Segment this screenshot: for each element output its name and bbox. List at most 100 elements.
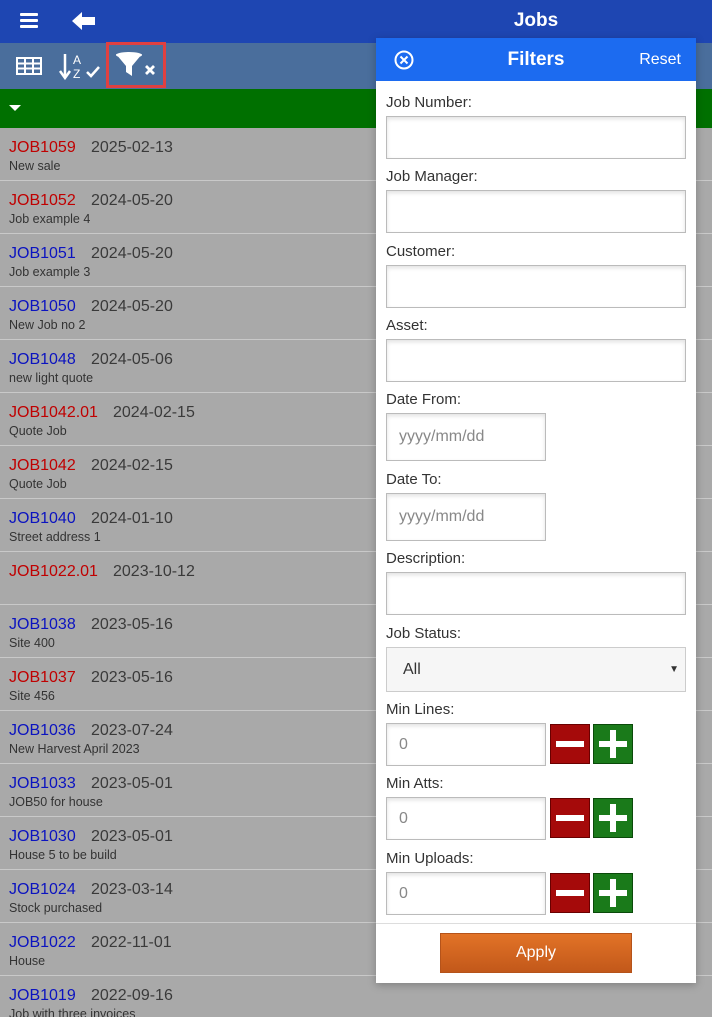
description-label: Description:: [386, 550, 466, 567]
arrow-left-icon[interactable]: [72, 11, 96, 31]
job-description: New Harvest April 2023: [9, 742, 140, 756]
job-date: 2024-05-20: [91, 192, 173, 209]
job-number: JOB1042.01: [9, 404, 98, 421]
job-description: Job example 4: [9, 212, 91, 226]
filters-panel: Filters Reset Job Number: Job Manager: C…: [376, 38, 696, 983]
job-description: new light quote: [9, 371, 94, 385]
job-description: Job with three invoices: [9, 1007, 136, 1017]
job-description: New sale: [9, 159, 61, 173]
job-date: 2024-02-15: [113, 404, 195, 421]
date-to-input[interactable]: [386, 493, 546, 541]
job-number: JOB1036: [9, 722, 76, 739]
job-date: 2023-05-16: [91, 616, 173, 633]
job-description: Stock purchased: [9, 901, 103, 915]
job-date: 2023-05-01: [91, 828, 173, 845]
customer-input[interactable]: [386, 265, 686, 308]
filter-clear-button[interactable]: [106, 42, 166, 88]
job-date: 2022-11-01: [91, 934, 172, 951]
chevron-down-icon: ▼: [669, 664, 679, 675]
min-atts-decrement-button[interactable]: [550, 798, 590, 838]
sort-az-icon: A Z: [58, 53, 100, 81]
hamburger-icon[interactable]: [20, 13, 38, 29]
job-number: JOB1038: [9, 616, 76, 633]
job-description: House: [9, 954, 46, 968]
min-lines-decrement-button[interactable]: [550, 724, 590, 764]
job-description: Site 456: [9, 689, 55, 703]
job-number: JOB1022.01: [9, 563, 98, 580]
job-number: JOB1051: [9, 245, 76, 262]
job-date: 2023-03-14: [91, 881, 173, 898]
job-number: JOB1030: [9, 828, 76, 845]
date-to-label: Date To:: [386, 471, 442, 488]
job-number: JOB1059: [9, 139, 76, 156]
page-title: Jobs: [513, 10, 559, 31]
minus-icon: [556, 741, 584, 747]
svg-text:A: A: [73, 53, 81, 67]
minus-icon: [556, 890, 584, 896]
job-date: 2023-10-12: [113, 563, 195, 580]
job-description: Job example 3: [9, 265, 91, 279]
job-status-select[interactable]: All ▼: [386, 647, 686, 692]
caret-down-icon[interactable]: [9, 105, 21, 111]
minus-icon: [556, 815, 584, 821]
job-manager-input[interactable]: [386, 190, 686, 233]
job-date: 2024-01-10: [91, 510, 173, 527]
job-status-label: Job Status:: [386, 625, 462, 642]
sort-button[interactable]: A Z: [58, 49, 102, 83]
job-number: JOB1019: [9, 987, 76, 1004]
job-date: 2024-05-20: [91, 245, 173, 262]
job-status-value: All: [403, 661, 421, 678]
job-date: 2024-05-20: [91, 298, 173, 315]
plus-icon: [599, 879, 627, 907]
job-date: 2022-09-16: [91, 987, 173, 1004]
min-atts-increment-button[interactable]: [593, 798, 633, 838]
date-from-input[interactable]: [386, 413, 546, 461]
job-date: 2024-05-06: [91, 351, 173, 368]
job-date: 2024-02-15: [91, 457, 173, 474]
min-uploads-label: Min Uploads:: [386, 850, 474, 867]
min-uploads-input[interactable]: [386, 872, 546, 915]
asset-input[interactable]: [386, 339, 686, 382]
job-number: JOB1037: [9, 669, 76, 686]
top-header: Jobs: [0, 0, 712, 43]
min-atts-input[interactable]: [386, 797, 546, 840]
job-number: JOB1040: [9, 510, 76, 527]
reset-button[interactable]: Reset: [639, 51, 681, 69]
min-lines-label: Min Lines:: [386, 701, 455, 718]
job-description: Quote Job: [9, 424, 67, 438]
job-number: JOB1050: [9, 298, 76, 315]
job-number: JOB1042: [9, 457, 76, 474]
job-number-input[interactable]: [386, 116, 686, 159]
filters-header: Filters Reset: [376, 38, 696, 81]
job-description: Site 400: [9, 636, 55, 650]
job-number: JOB1033: [9, 775, 76, 792]
plus-icon: [599, 730, 627, 758]
job-date: 2023-05-01: [91, 775, 173, 792]
job-date: 2023-05-16: [91, 669, 173, 686]
job-number: JOB1022: [9, 934, 76, 951]
job-number-label: Job Number:: [386, 94, 472, 111]
plus-icon: [599, 804, 627, 832]
job-date: 2023-07-24: [91, 722, 173, 739]
job-description: Street address 1: [9, 530, 101, 544]
job-number: JOB1048: [9, 351, 76, 368]
table-icon: [16, 57, 42, 75]
job-description: New Job no 2: [9, 318, 86, 332]
table-view-button[interactable]: [14, 49, 44, 83]
description-input[interactable]: [386, 572, 686, 615]
filter-clear-icon: [116, 52, 155, 76]
apply-button[interactable]: Apply: [440, 933, 632, 973]
min-uploads-increment-button[interactable]: [593, 873, 633, 913]
asset-label: Asset:: [386, 317, 428, 334]
job-description: House 5 to be build: [9, 848, 117, 862]
job-manager-label: Job Manager:: [386, 168, 478, 185]
min-uploads-decrement-button[interactable]: [550, 873, 590, 913]
customer-label: Customer:: [386, 243, 456, 260]
date-from-label: Date From:: [386, 391, 462, 408]
job-number: JOB1024: [9, 881, 76, 898]
job-date: 2025-02-13: [91, 139, 173, 156]
min-atts-label: Min Atts:: [386, 775, 444, 792]
min-lines-increment-button[interactable]: [593, 724, 633, 764]
panel-divider: [376, 923, 696, 924]
min-lines-input[interactable]: [386, 723, 546, 766]
